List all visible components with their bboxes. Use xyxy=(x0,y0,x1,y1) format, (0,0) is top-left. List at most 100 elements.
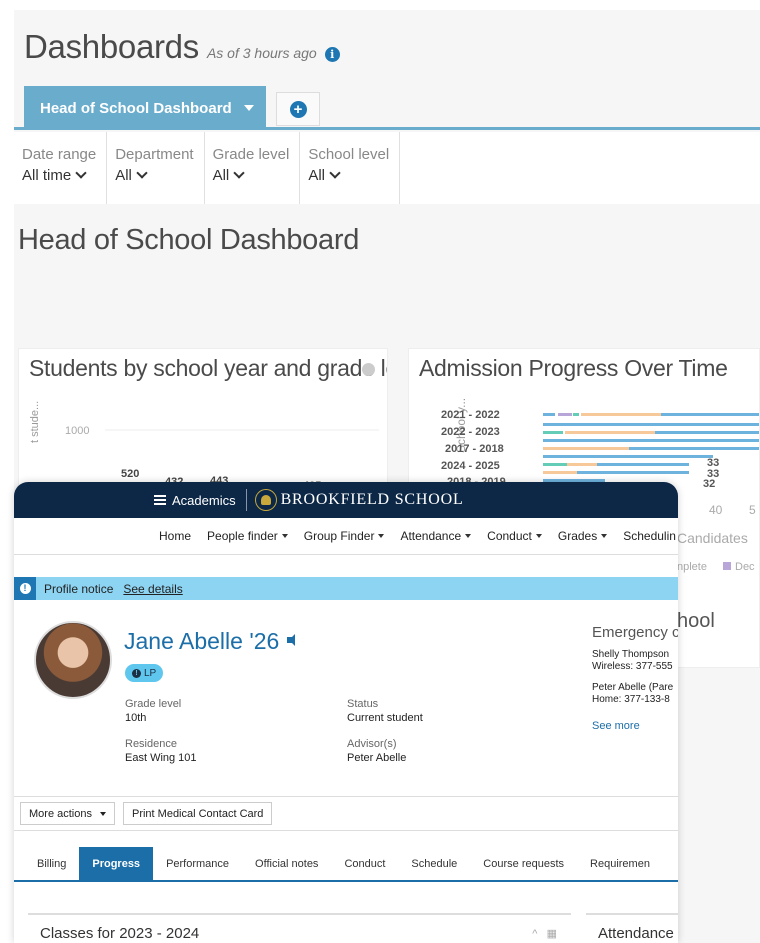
academics-menu[interactable]: Academics xyxy=(154,489,247,511)
info-icon: ! xyxy=(19,583,31,594)
contact-phone: Wireless: 377-555 xyxy=(592,661,673,672)
chevron-down-icon xyxy=(233,167,245,179)
field-label: Residence xyxy=(125,738,177,750)
bar-segment xyxy=(543,463,567,466)
tab-progress[interactable]: Progress xyxy=(79,847,154,880)
caret-down-icon xyxy=(243,105,254,111)
bar-label: 520 xyxy=(121,468,139,480)
residence-field: Residence East Wing 101 xyxy=(125,738,197,764)
info-icon[interactable]: i xyxy=(324,47,340,62)
see-more-link[interactable]: See more xyxy=(592,720,678,732)
row-label: 2017 - 2018 xyxy=(445,443,504,455)
tab-schedule[interactable]: Schedule xyxy=(398,847,470,880)
caret-down-icon xyxy=(99,811,106,816)
y-axis-label: t stude... xyxy=(29,401,41,443)
contact-name: Shelly Thompson xyxy=(592,649,670,660)
tab-performance[interactable]: Performance xyxy=(153,847,242,880)
speaker-icon[interactable] xyxy=(287,634,301,646)
field-label: Status xyxy=(347,698,379,710)
filter-grade-level[interactable]: Grade level All xyxy=(205,132,301,204)
nav-scheduling[interactable]: Schedulin xyxy=(623,529,676,543)
filter-label: Department xyxy=(115,146,194,163)
filter-value: All time xyxy=(22,167,72,184)
bar-segment xyxy=(581,413,661,416)
nav-conduct[interactable]: Conduct xyxy=(487,529,542,543)
classes-panel: Classes for 2023 - 2024 ^ ▦ xyxy=(28,913,571,943)
row-label: 2022 - 2023 xyxy=(441,426,500,438)
filter-value: All xyxy=(212,167,230,184)
nav-label: Attendance xyxy=(400,529,462,543)
tab-head-of-school[interactable]: Head of School Dashboard xyxy=(24,86,266,130)
chevron-down-icon xyxy=(329,167,341,179)
nav-group-finder[interactable]: Group Finder xyxy=(304,529,385,543)
filter-bar: Date range All time Department All Grade… xyxy=(14,132,760,204)
emergency-heading: Emergency co xyxy=(592,624,678,641)
nav-people-finder[interactable]: People finder xyxy=(207,529,288,543)
tab-official-notes[interactable]: Official notes xyxy=(242,847,331,880)
row-label: 2021 - 2022 xyxy=(441,409,500,421)
filter-date-range[interactable]: Date range All time xyxy=(14,132,108,204)
filter-school-level[interactable]: School level All xyxy=(300,132,401,204)
caret-down-icon xyxy=(535,534,542,538)
bar-segment xyxy=(567,463,597,466)
lp-badge[interactable]: ! LP xyxy=(125,664,164,682)
screen: Dashboards As of 3 hours ago i Head of S… xyxy=(0,0,760,943)
filter-department[interactable]: Department All xyxy=(107,132,205,204)
contact-name: Peter Abelle (Pare xyxy=(592,682,674,693)
add-dashboard-button[interactable]: + xyxy=(276,92,320,126)
field-value: East Wing 101 xyxy=(125,752,197,764)
bar-segment xyxy=(543,439,759,442)
classes-title: Classes for 2023 - 2024 xyxy=(40,925,200,942)
bar-segment xyxy=(629,447,759,450)
field-value: Peter Abelle xyxy=(347,752,407,764)
filter-value: All xyxy=(115,167,132,184)
button-label: Print Medical Contact Card xyxy=(131,807,264,820)
legend-swatch xyxy=(723,562,731,570)
row-label: 2024 - 2025 xyxy=(441,460,500,472)
notice-icon-box: ! xyxy=(14,577,36,600)
legend-item[interactable]: Dec xyxy=(735,561,755,573)
bar-segment xyxy=(661,413,759,416)
bar-segment xyxy=(597,463,689,466)
filter-label: Grade level xyxy=(212,146,290,163)
tab-conduct[interactable]: Conduct xyxy=(331,847,398,880)
school-crest-icon xyxy=(254,489,277,511)
contact-phone: Home: 377-133-8 xyxy=(592,694,670,705)
page-title: Dashboards xyxy=(24,28,199,65)
panel-controls[interactable]: ^ ▦ xyxy=(532,927,557,940)
nav-label: People finder xyxy=(207,529,278,543)
button-label: More actions xyxy=(29,807,92,820)
print-medical-card-button[interactable]: Print Medical Contact Card xyxy=(122,802,273,825)
field-value: 10th xyxy=(125,712,147,724)
x-tick: 5 xyxy=(749,503,756,517)
tab-requirements[interactable]: Requiremen xyxy=(577,847,663,880)
legend-item[interactable]: nplete xyxy=(677,561,707,573)
nav-attendance[interactable]: Attendance xyxy=(400,529,472,543)
nav-home[interactable]: Home xyxy=(159,529,191,543)
see-details-link[interactable]: See details xyxy=(123,582,182,596)
status-field: Status Current student xyxy=(347,698,423,724)
nav-label: Home xyxy=(159,529,192,543)
bar-segment xyxy=(565,431,655,434)
x-tick: 40 xyxy=(709,503,723,517)
emergency-contacts: Emergency co Shelly Thompson Wireless: 3… xyxy=(592,624,678,732)
nav-grades[interactable]: Grades xyxy=(558,529,608,543)
caret-down-icon xyxy=(601,534,608,538)
more-actions-button[interactable]: More actions xyxy=(20,802,115,825)
attendance-title: Attendance xyxy=(598,925,674,942)
bar-segment xyxy=(577,471,689,474)
tab-billing[interactable]: Billing xyxy=(24,847,79,880)
field-value: Current student xyxy=(347,712,423,724)
field-label: Advisor(s) xyxy=(347,738,397,750)
card-title: Admission Progress Over Time xyxy=(419,355,728,381)
profile-notice-bar: ! Profile notice See details xyxy=(14,577,678,600)
alert-icon: ! xyxy=(132,668,141,678)
tab-course-requests[interactable]: Course requests xyxy=(470,847,577,880)
expand-icon[interactable] xyxy=(362,363,375,376)
advisor-field: Advisor(s) Peter Abelle xyxy=(347,738,406,764)
filter-label: Date range xyxy=(22,146,97,163)
notice-text: Profile notice xyxy=(44,581,114,596)
bar-segment xyxy=(543,431,563,434)
as-of-label: As of 3 hours ago xyxy=(206,45,317,61)
x-axis-label: Candidates xyxy=(677,530,748,546)
